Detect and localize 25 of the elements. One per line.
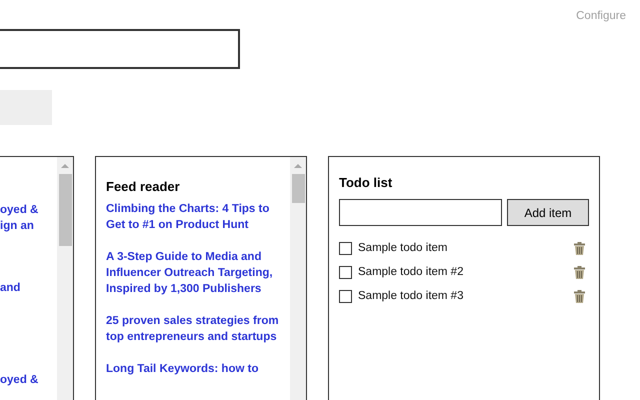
article-link[interactable]: Long Tail Keywords: how to [106, 361, 290, 377]
panel-title: Todo list [339, 175, 394, 191]
article-link[interactable]: Climbing the Charts: 4 Tips to Get to #1 on Product Hunt [106, 201, 290, 233]
article-link[interactable]: 25 proven sales strategies from top entrepreneurs and startups [106, 313, 290, 345]
trash-icon[interactable] [574, 242, 585, 254]
article-link[interactable]: oyed & ign an [0, 202, 57, 234]
article-link[interactable]: A 3-Step Guide to Media and Influencer Outreach Targeting, Inspired by 1,300 Publishers [106, 249, 290, 297]
trash-icon[interactable] [574, 290, 585, 302]
scrollbar[interactable] [290, 157, 306, 400]
trash-icon[interactable] [574, 266, 585, 278]
input-field[interactable] [0, 29, 240, 69]
input-field[interactable] [339, 199, 502, 226]
scrollbar[interactable] [57, 157, 73, 400]
scrollbar-thumb[interactable] [58, 174, 72, 246]
article-link[interactable]: oyed & [0, 372, 57, 388]
checkbox[interactable] [339, 266, 352, 278]
article-link[interactable]: and [0, 280, 57, 296]
todo-item-text: Sample todo item #2 [358, 266, 464, 278]
add-item-button[interactable]: Add item [507, 199, 589, 226]
checkbox[interactable] [339, 242, 352, 254]
scrollbar-thumb[interactable] [292, 174, 304, 203]
panel-title: Feed reader [106, 179, 181, 195]
todo-item-text: Sample todo item #3 [358, 290, 464, 302]
checkbox[interactable] [339, 290, 352, 302]
todo-item-text: Sample todo item [358, 242, 448, 254]
